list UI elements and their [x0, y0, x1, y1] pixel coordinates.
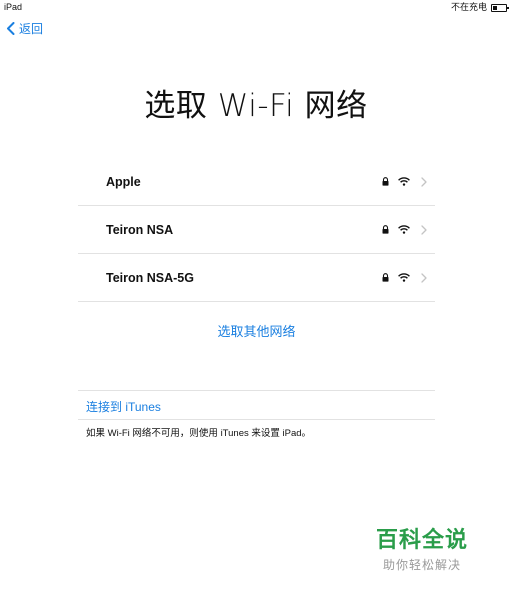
choose-other-network-button[interactable]: 选取其他网络 [78, 321, 435, 340]
chevron-left-icon [7, 22, 15, 35]
page-title: 选取 Wi-Fi 网络 [144, 88, 368, 124]
wifi-icon [398, 273, 410, 282]
charging-status: 不在充电 [450, 2, 487, 12]
chevron-right-icon [421, 272, 427, 283]
status-right: 不在充电 [450, 0, 509, 14]
back-button[interactable]: 返回 [6, 20, 43, 37]
wifi-icon [398, 177, 410, 186]
network-row-teiron-nsa[interactable]: Teiron NSA [78, 206, 435, 254]
row-icons [382, 224, 427, 235]
itunes-note: 如果 Wi-Fi 网络不可用，则使用 iTunes 来设置 iPad。 [86, 428, 312, 439]
watermark-logo: 百科全说 助你轻松解决 [372, 522, 472, 573]
network-name: Teiron NSA [106, 222, 174, 237]
back-label: 返回 [19, 22, 44, 36]
connect-itunes-link[interactable]: 连接到 iTunes [86, 398, 161, 415]
chevron-right-icon [421, 176, 427, 187]
row-icons [382, 176, 427, 187]
network-row-apple[interactable]: Apple [78, 158, 435, 206]
network-row-teiron-nsa-5g[interactable]: Teiron NSA-5G [78, 254, 435, 302]
status-bar: iPad 不在充电 [0, 0, 512, 14]
wifi-setup-screen: iPad 不在充电 返回 选取 Wi-Fi 网络 Apple Teiron NS… [0, 0, 512, 598]
divider [78, 390, 435, 391]
lock-icon [382, 225, 389, 234]
watermark-subtitle: 助你轻松解决 [382, 558, 461, 572]
network-name: Apple [106, 174, 141, 189]
watermark-title: 百科全说 [375, 528, 468, 553]
network-name: Teiron NSA-5G [106, 270, 194, 285]
divider [78, 419, 435, 420]
row-icons [382, 272, 427, 283]
battery-icon [491, 3, 509, 12]
lock-icon [382, 177, 389, 186]
lock-icon [382, 273, 389, 282]
network-list: Apple Teiron NSA Teiron NSA-5G [78, 158, 435, 302]
chevron-right-icon [421, 224, 427, 235]
status-device-label: iPad [4, 2, 23, 12]
wifi-icon [398, 225, 410, 234]
